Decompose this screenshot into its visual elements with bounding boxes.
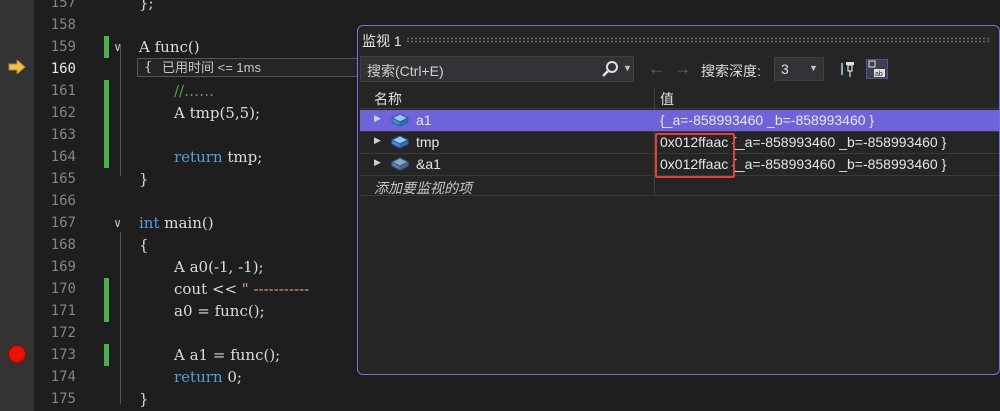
search-placeholder: 搜索(Ctrl+E) (367, 63, 444, 79)
code-text: return tmp; (174, 148, 263, 166)
line-number: 169 (50, 259, 76, 275)
line-number: 163 (50, 127, 76, 143)
code-text: } (139, 170, 149, 188)
code-text: A func() (139, 38, 200, 56)
address-highlight-box (655, 133, 735, 178)
watch-column-header: 名称 值 (360, 87, 999, 109)
svg-text:ab: ab (875, 71, 883, 78)
elapsed-time-hint: { 已用时间 <= 1ms (137, 58, 387, 77)
fold-chevron-icon[interactable]: ∨ (114, 212, 121, 234)
code-text: }; (139, 0, 154, 12)
line-number: 170 (50, 281, 76, 297)
line-number: 161 (50, 83, 76, 99)
expand-arrow-icon[interactable]: ▶ (374, 113, 381, 124)
line-number: 164 (50, 149, 76, 165)
change-bar (104, 80, 109, 102)
search-depth-value: 3 (781, 61, 789, 77)
hex-display-icon[interactable]: ab (866, 59, 888, 79)
change-bar (104, 344, 109, 366)
pin-icon[interactable] (838, 59, 860, 79)
code-text: int main() (139, 214, 214, 232)
line-number: 160 (50, 61, 76, 77)
object-icon (390, 113, 410, 127)
breakpoint-icon[interactable] (9, 346, 25, 362)
line-number: 171 (50, 303, 76, 319)
code-text: cout << " ----------- (174, 280, 310, 298)
change-bar (104, 124, 109, 146)
change-bar (104, 36, 109, 58)
column-name-header[interactable]: 名称 (374, 89, 402, 109)
elapsed-time-label: 已用时间 <= 1ms (162, 60, 261, 75)
watch-row-a1[interactable]: ▶ a1 {_a=-858993460 _b=-858993460 } (360, 110, 999, 131)
watch-name: a1 (416, 112, 432, 128)
line-number: 157 (50, 0, 76, 11)
watch-value-text: {_a=-858993460 _b=-858993460 } (732, 134, 947, 150)
watch-add-row[interactable]: 添加要监视的项 (360, 176, 999, 197)
search-depth-label: 搜索深度: (701, 63, 761, 79)
code-comment: //…… (174, 82, 215, 100)
change-bar (104, 102, 109, 124)
code-text: A a1 = func(); (174, 346, 281, 364)
change-bar (104, 300, 109, 322)
line-number: 175 (50, 391, 76, 407)
line-number: 173 (50, 347, 76, 363)
search-forward-icon[interactable]: → (674, 60, 691, 78)
watch-value-text: {_a=-858993460 _b=-858993460 } (732, 156, 947, 172)
search-input[interactable]: 搜索(Ctrl+E) ▼ (360, 56, 634, 82)
object-icon (390, 135, 410, 149)
line-number: 158 (50, 17, 76, 33)
code-text: A a0(-1, -1); (174, 258, 264, 276)
watch-window[interactable]: 监视 1 搜索(Ctrl+E) ▼ ← → 搜索深度: 3 ▼ ab 名称 值 … (357, 25, 1000, 375)
watch-value[interactable]: {_a=-858993460 _b=-858993460 } (660, 112, 874, 128)
line-number: 168 (50, 237, 76, 253)
code-line: 175 } (34, 388, 1000, 410)
code-text: return 0; (174, 368, 242, 386)
change-bar (104, 146, 109, 168)
code-text: A tmp(5,5); (174, 104, 261, 122)
line-number: 167 (50, 215, 76, 231)
watch-title-bar[interactable]: 监视 1 (358, 26, 999, 54)
search-dropdown-icon[interactable]: ▼ (623, 63, 632, 73)
line-number: 159 (50, 39, 76, 55)
line-number: 166 (50, 193, 76, 209)
search-back-icon[interactable]: ← (648, 60, 665, 78)
row-divider (360, 195, 999, 196)
search-depth-select[interactable]: 3 ▼ (774, 57, 824, 81)
line-number: 172 (50, 325, 76, 341)
watch-title: 监视 1 (362, 33, 402, 49)
code-text: { (144, 60, 153, 75)
expand-arrow-icon[interactable]: ▶ (374, 135, 381, 146)
watch-name: tmp (416, 134, 440, 150)
change-bar (104, 278, 109, 300)
watch-toolbar: 搜索(Ctrl+E) ▼ ← → 搜索深度: 3 ▼ ab (358, 56, 999, 84)
column-value-header[interactable]: 值 (660, 89, 674, 109)
fold-chevron-icon[interactable]: ∨ (114, 36, 121, 58)
code-text: } (139, 390, 149, 408)
code-text: { (139, 236, 149, 254)
code-text: a0 = func(); (174, 302, 265, 320)
drag-grip[interactable] (406, 37, 991, 43)
line-number: 174 (50, 369, 76, 385)
chevron-down-icon: ▼ (809, 63, 818, 73)
line-number: 165 (50, 171, 76, 187)
watch-name: &a1 (416, 156, 441, 172)
pointer-object-icon (390, 157, 410, 171)
code-line: 157 }; (34, 0, 1000, 14)
expand-arrow-icon[interactable]: ▶ (374, 157, 381, 168)
current-statement-arrow-icon (8, 60, 26, 74)
search-icon[interactable] (601, 60, 621, 78)
line-number: 162 (50, 105, 76, 121)
